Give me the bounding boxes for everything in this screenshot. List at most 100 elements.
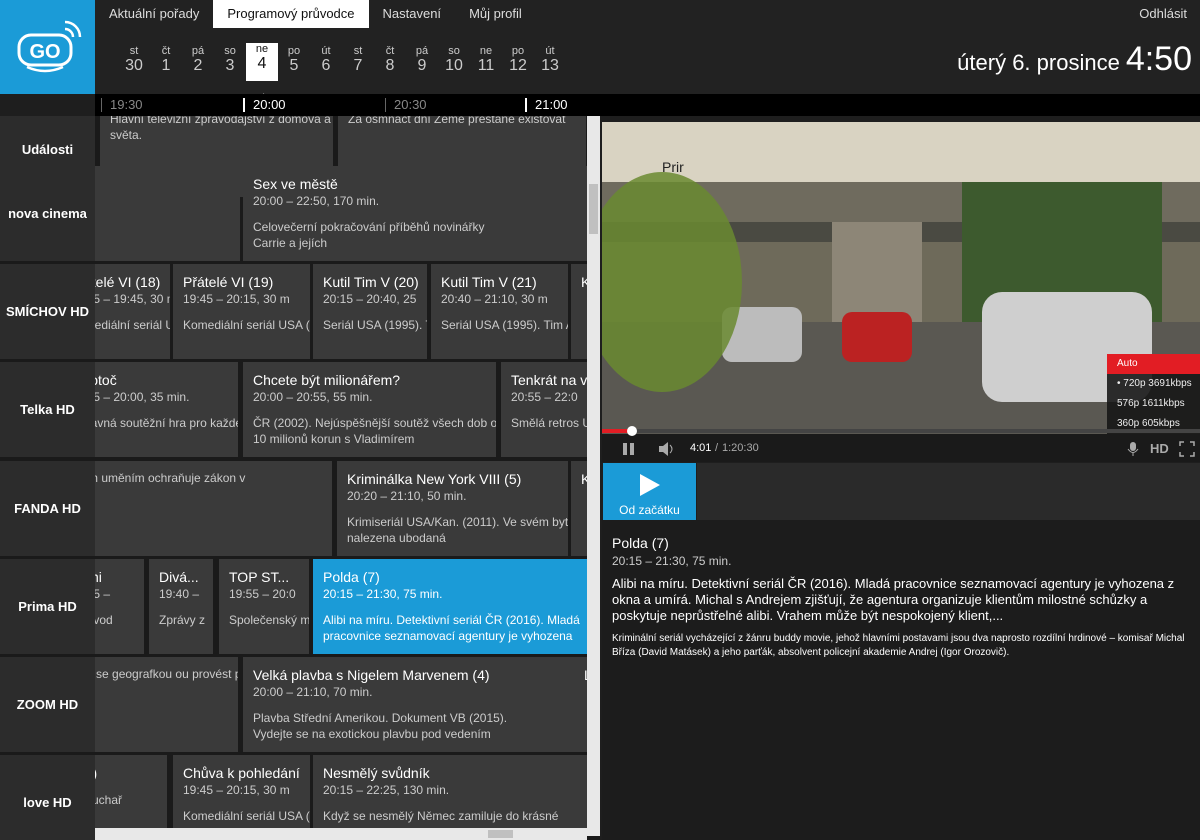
horizontal-scrollbar[interactable] — [95, 828, 587, 840]
pause-icon[interactable] — [622, 442, 636, 456]
channel-row: Přátelé VI (18) 19:15 – 19:45, 30 m Komedi… — [0, 264, 591, 359]
progress-track[interactable] — [602, 429, 1200, 433]
timeline-mark: 20:30 — [385, 98, 427, 112]
channel-logo[interactable]: Prima HD — [0, 559, 95, 654]
program-description: Celovečerní pokračování příběhů novinářk… — [253, 220, 485, 250]
tab-nastaveni[interactable]: Nastavení — [369, 0, 456, 28]
day-30[interactable]: st 30 — [118, 45, 150, 83]
program-cell[interactable]: Tenkrát na v 20:55 – 22:0 Smělá retros Urb… — [501, 362, 587, 457]
logout-link[interactable]: Odhlásit — [1139, 0, 1187, 28]
program-cell[interactable]: TOP ST... 19:55 – 20:0 Společenský magazín… — [219, 559, 309, 654]
program-cell[interactable]: svým uměním ochraňuje zákon v — [60, 461, 332, 556]
channel-name: ZOOM HD — [16, 697, 79, 712]
day-8[interactable]: čt 8 — [374, 45, 406, 83]
day-11[interactable]: ne 11 — [470, 45, 502, 83]
day-3[interactable]: so 3 — [214, 45, 246, 83]
channel-logo[interactable]: Telka HD — [0, 362, 95, 457]
timeline-mark: 19:30 — [101, 98, 143, 112]
program-cell[interactable]: Divá... 19:40 – Zprávy z — [149, 559, 213, 654]
program-description: Alibi na míru. Detektivní seriál ČR (201… — [323, 613, 580, 643]
program-time: 20:20 – 21:10, 50 min. — [347, 489, 467, 503]
day-weekday: út — [321, 45, 331, 57]
channel-row: chte se geografkou ou provést po krásách… — [0, 657, 594, 752]
program-cell[interactable] — [95, 166, 240, 261]
day-6[interactable]: út 6 — [310, 45, 342, 83]
day-7[interactable]: st 7 — [342, 45, 374, 83]
program-cell[interactable]: Kutil Tim V (21) 20:40 – 21:10, 30 m Seriá… — [431, 264, 568, 359]
scroll-thumb[interactable] — [488, 830, 513, 838]
svg-text:GO: GO — [29, 41, 60, 63]
program-description: Plavba Střední Amerikou. Dokument VB (20… — [253, 711, 508, 741]
day-number: 13 — [541, 57, 559, 74]
day-number: 10 — [445, 57, 463, 74]
program-cell[interactable]: Sex ve městě 20:00 – 22:50, 170 min. Celov… — [243, 166, 587, 261]
program-cell[interactable]: Polda (7) 20:15 – 21:30, 75 min. Alibi na … — [313, 559, 587, 654]
tab-muj-profil[interactable]: Můj profil — [455, 0, 536, 28]
day-5[interactable]: po 5 — [278, 45, 310, 83]
video-player[interactable]: Prir Auto • 720p 3691kbps 576p 1611kbps … — [602, 122, 1200, 462]
program-title: Velká plavba s Nigelem Marvenem (4) — [253, 667, 490, 683]
day-weekday: po — [287, 45, 301, 57]
program-description: svým uměním ochraňuje zákon v — [70, 471, 246, 485]
program-description: Zábavná soutěžní hra pro každého. Uvádí … — [70, 416, 238, 430]
program-cell[interactable]: Kutil Tim V (20) 20:15 – 20:40, 25 Seriál … — [313, 264, 427, 359]
day-number: 12 — [509, 57, 527, 74]
hd-button[interactable]: HD — [1150, 441, 1169, 456]
day-2[interactable]: pá 2 — [182, 45, 214, 83]
day-4[interactable]: ne4prosinec — [243, 43, 281, 104]
channel-logo[interactable]: love HD — [0, 755, 95, 840]
svg-text:Prir: Prir — [662, 159, 684, 175]
fullscreen-icon[interactable] — [1179, 441, 1195, 457]
scroll-thumb[interactable] — [589, 184, 598, 234]
day-13[interactable]: út 13 — [534, 45, 566, 83]
channel-logo[interactable]: ZOOM HD — [0, 657, 95, 752]
vertical-scrollbar[interactable] — [587, 116, 600, 836]
program-title: Chcete být milionářem? — [253, 372, 401, 388]
channel-logo[interactable]: SMÍCHOV HD — [0, 264, 95, 359]
day-weekday: so — [448, 45, 460, 57]
clock: úterý 6. prosince 4:50 — [957, 40, 1192, 79]
from-start-button[interactable]: Od začátku — [603, 463, 696, 520]
channel-logo[interactable]: FANDA HD — [0, 461, 95, 556]
program-description: Hlavní televizní zpravodajství z domova … — [110, 116, 333, 142]
detail-description: Alibi na míru. Detektivní seriál ČR (201… — [612, 576, 1175, 623]
program-cell[interactable]: Kriminálka New York VIII (5) 20:20 – 21:1… — [337, 461, 568, 556]
channel-name: Prima HD — [18, 599, 77, 614]
day-12[interactable]: po 12 — [502, 45, 534, 83]
program-time: 20:00 – 22:50, 170 min. — [253, 194, 380, 208]
day-weekday: so — [224, 45, 236, 57]
quality-option[interactable]: • 720p 3691kbps — [1107, 374, 1200, 394]
quality-option[interactable]: Auto — [1107, 354, 1200, 374]
channel-logo[interactable]: nova cinema — [0, 166, 95, 261]
day-9[interactable]: pá 9 — [406, 45, 438, 83]
day-weekday: čt — [161, 45, 171, 57]
from-start-label: Od začátku — [619, 503, 680, 517]
microphone-icon[interactable] — [1127, 441, 1139, 457]
go-logo[interactable]: GO — [0, 0, 95, 94]
quality-option[interactable]: 576p 1611kbps — [1107, 394, 1200, 414]
tab-aktualni-porady[interactable]: Aktuální pořady — [95, 0, 213, 28]
go-logo-icon: GO — [17, 20, 81, 73]
progress-handle[interactable] — [626, 426, 637, 436]
volume-icon[interactable] — [658, 441, 676, 457]
main-nav: Aktuální pořady Programový průvodce Nast… — [95, 0, 536, 28]
channel-row: Kolotoč19:25 – 20:00, 35 min.Zábavná sou… — [0, 362, 587, 457]
program-time: 20:15 – 21:30, 75 min. — [323, 587, 443, 601]
program-title: Sex ve městě — [253, 176, 338, 192]
detail-time: 20:15 – 21:30, 75 min. — [612, 554, 732, 568]
program-cell[interactable]: Přátelé VI (19) 19:45 – 20:15, 30 m Komedi… — [173, 264, 310, 359]
program-time: 19:45 – 20:15, 30 m — [183, 292, 290, 306]
program-description: Společenský magazín o — [229, 613, 309, 627]
day-1[interactable]: čt 1 — [150, 45, 182, 83]
program-description: Když se nesmělý Němec zamiluje do krásné — [323, 809, 559, 823]
program-time: 20:15 – 22:25, 130 min. — [323, 783, 450, 797]
day-number: 4 — [257, 55, 267, 72]
program-time: 20:00 – 21:10, 70 min. — [253, 685, 373, 699]
day-picker: st30čt1pá2so3ne4prosinecpo5út6st7čt8pá9s… — [118, 43, 566, 104]
tab-programovy-pruvodce[interactable]: Programový průvodce — [213, 0, 369, 28]
program-cell[interactable]: Velká plavba s Nigelem Marvenem (4) 20:00… — [243, 657, 574, 752]
day-number: 5 — [289, 57, 299, 74]
program-cell[interactable]: Chcete být milionářem? 20:00 – 20:55, 55 … — [243, 362, 496, 457]
program-title: TOP ST... — [229, 569, 290, 585]
day-10[interactable]: so 10 — [438, 45, 470, 83]
